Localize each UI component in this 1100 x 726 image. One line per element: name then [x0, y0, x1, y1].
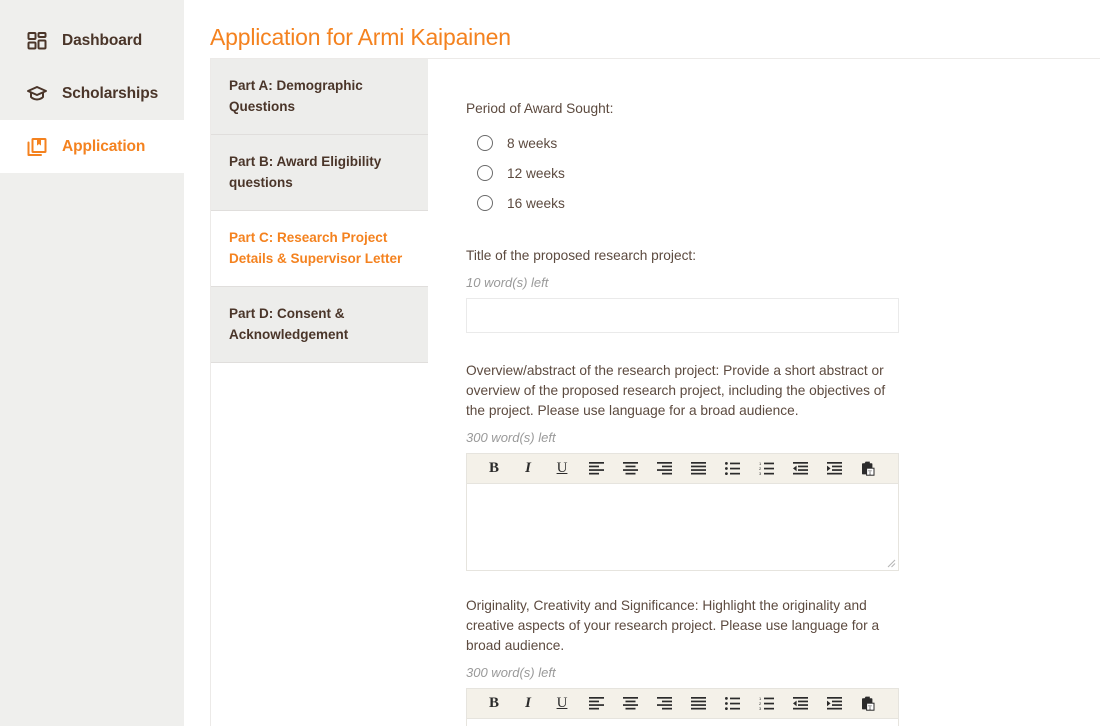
application-window: Dashboard Scholarships Application Appli…	[0, 0, 1100, 726]
italic-icon[interactable]: I	[511, 456, 545, 482]
graduation-cap-icon	[26, 83, 48, 105]
tab-part-a[interactable]: Part A: Demographic Questions	[211, 59, 428, 135]
originality-label: Originality, Creativity and Significance…	[466, 598, 880, 653]
align-right-icon[interactable]	[647, 691, 681, 717]
originality-group: Originality, Creativity and Significance…	[466, 596, 1100, 726]
indent-icon[interactable]	[817, 691, 851, 717]
align-left-icon[interactable]	[579, 691, 613, 717]
radio-circle-icon[interactable]	[477, 135, 493, 151]
sidebar-item-label: Application	[62, 137, 146, 155]
sidebar-item-label: Scholarships	[62, 84, 159, 102]
bullet-list-icon[interactable]	[715, 691, 749, 717]
overview-rich-text-editor: B I U 1 2 3 T	[466, 453, 899, 571]
align-left-icon[interactable]	[579, 456, 613, 482]
svg-text:3: 3	[759, 706, 762, 710]
part-tabs: Part A: Demographic Questions Part B: Aw…	[211, 59, 428, 726]
page-title: Application for Armi Kaipainen	[210, 24, 511, 50]
radio-option-12-weeks[interactable]: 12 weeks	[466, 158, 1100, 188]
period-of-award-group: Period of Award Sought: 8 weeks 12 weeks	[466, 99, 1100, 218]
align-right-icon[interactable]	[647, 456, 681, 482]
part-c-form: Period of Award Sought: 8 weeks 12 weeks	[428, 59, 1100, 726]
overview-label: Overview/abstract of the research projec…	[466, 363, 886, 418]
radio-circle-icon[interactable]	[477, 165, 493, 181]
project-title-input[interactable]	[466, 298, 899, 333]
project-title-group: Title of the proposed research project: …	[466, 246, 1100, 333]
svg-text:T: T	[868, 704, 872, 711]
sidebar-item-application[interactable]: Application	[0, 120, 184, 173]
indent-icon[interactable]	[817, 456, 851, 482]
svg-text:3: 3	[759, 471, 762, 475]
align-justify-icon[interactable]	[681, 456, 715, 482]
align-justify-icon[interactable]	[681, 691, 715, 717]
radio-option-8-weeks[interactable]: 8 weeks	[466, 128, 1100, 158]
resize-handle[interactable]	[884, 556, 896, 568]
bold-icon[interactable]: B	[477, 456, 511, 482]
sidebar-item-dashboard[interactable]: Dashboard	[0, 14, 184, 67]
radio-option-16-weeks[interactable]: 16 weeks	[466, 188, 1100, 218]
radio-label: 16 weeks	[507, 195, 565, 211]
underline-icon[interactable]: U	[545, 691, 579, 717]
sidebar-item-scholarships[interactable]: Scholarships	[0, 67, 184, 120]
period-radio-list: 8 weeks 12 weeks 16 weeks	[466, 128, 1100, 218]
tab-part-b[interactable]: Part B: Award Eligibility questions	[211, 135, 428, 211]
paste-text-icon[interactable]: T	[851, 691, 885, 717]
sidebar: Dashboard Scholarships Application	[0, 0, 184, 726]
editor-toolbar: B I U 1 2 3 T	[467, 454, 898, 484]
sidebar-item-label: Dashboard	[62, 31, 143, 49]
outdent-icon[interactable]	[783, 691, 817, 717]
italic-icon[interactable]: I	[511, 691, 545, 717]
tab-part-c[interactable]: Part C: Research Project Details & Super…	[211, 211, 428, 287]
radio-label: 8 weeks	[507, 135, 558, 151]
radio-circle-icon[interactable]	[477, 195, 493, 211]
grid-icon	[26, 30, 48, 52]
underline-icon[interactable]: U	[545, 456, 579, 482]
originality-rich-text-editor: B I U 1 2 3 T	[466, 688, 899, 726]
application-card: Part A: Demographic Questions Part B: Aw…	[210, 58, 1100, 726]
overview-group: Overview/abstract of the research projec…	[466, 361, 1100, 571]
numbered-list-icon[interactable]: 123	[749, 691, 783, 717]
tab-part-d[interactable]: Part D: Consent & Acknowledgement	[211, 287, 428, 363]
editor-toolbar: B I U 1 2 3 T	[467, 689, 898, 719]
originality-word-counter: 300 word(s) left	[466, 665, 556, 680]
project-title-label: Title of the proposed research project:	[466, 248, 697, 263]
radio-label: 12 weeks	[507, 165, 565, 181]
svg-text:T: T	[868, 469, 872, 476]
outdent-icon[interactable]	[783, 456, 817, 482]
overview-editor-body[interactable]	[467, 484, 898, 570]
main-content: Application for Armi Kaipainen Part A: D…	[184, 0, 1100, 726]
originality-editor-body[interactable]	[467, 719, 898, 726]
paste-text-icon[interactable]: T	[851, 456, 885, 482]
period-question-label: Period of Award Sought:	[466, 101, 614, 116]
project-title-word-counter: 10 word(s) left	[466, 275, 549, 290]
align-center-icon[interactable]	[613, 691, 647, 717]
bold-icon[interactable]: B	[477, 691, 511, 717]
align-center-icon[interactable]	[613, 456, 647, 482]
overview-word-counter: 300 word(s) left	[466, 430, 556, 445]
numbered-list-icon[interactable]: 123	[749, 456, 783, 482]
book-stack-icon	[26, 136, 48, 158]
bullet-list-icon[interactable]	[715, 456, 749, 482]
